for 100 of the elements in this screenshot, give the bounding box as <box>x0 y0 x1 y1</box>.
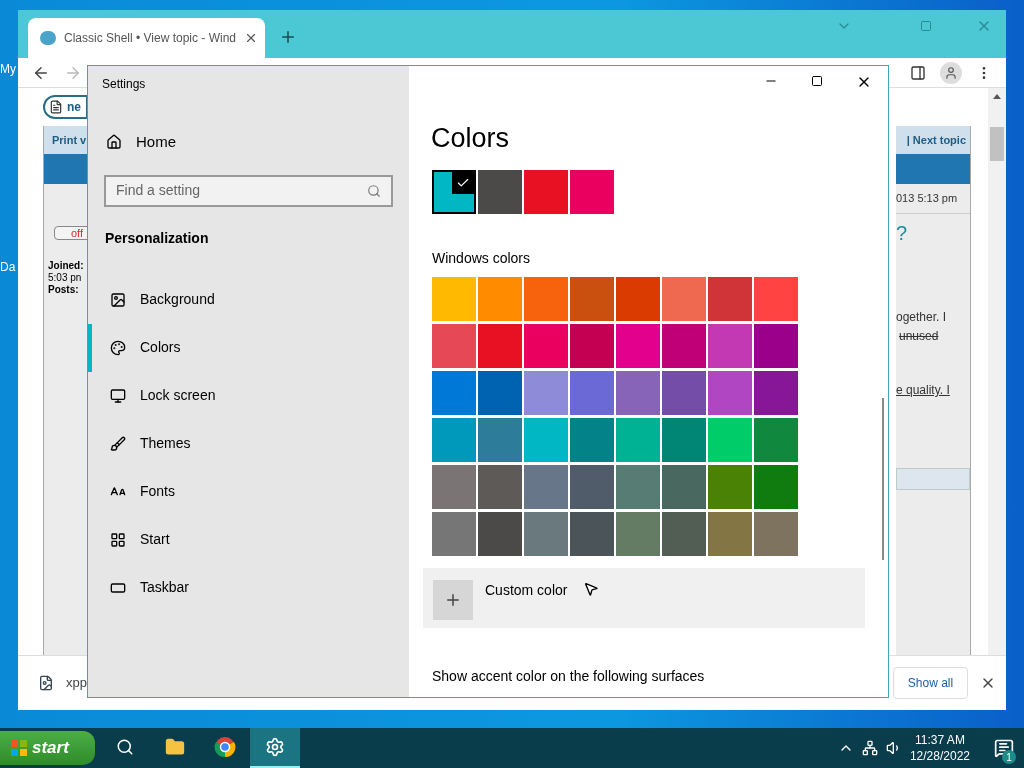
file-icon <box>38 675 54 691</box>
color-swatch[interactable] <box>524 512 568 556</box>
color-swatch[interactable] <box>662 465 706 509</box>
color-swatch[interactable] <box>708 465 752 509</box>
desktop-icon-label[interactable]: My <box>0 60 16 78</box>
maximize-icon[interactable] <box>811 75 823 87</box>
color-swatch[interactable] <box>524 277 568 321</box>
color-swatch[interactable] <box>708 512 752 556</box>
color-swatch[interactable] <box>432 465 476 509</box>
color-swatch[interactable] <box>570 170 614 214</box>
color-swatch[interactable] <box>708 418 752 462</box>
color-swatch[interactable] <box>708 277 752 321</box>
color-swatch[interactable] <box>432 324 476 368</box>
color-swatch[interactable] <box>570 465 614 509</box>
search-icon <box>367 183 381 198</box>
color-swatch[interactable] <box>478 170 522 214</box>
color-swatch[interactable] <box>524 324 568 368</box>
profile-text: Posts: <box>48 284 80 296</box>
scrollbar[interactable] <box>882 398 884 560</box>
nav-item[interactable]: Taskbar <box>88 563 409 612</box>
toolbar-strip: Print v <box>43 126 88 154</box>
window-title: Settings <box>102 76 147 93</box>
clock[interactable]: 11:37 AM 12/28/2022 <box>909 732 970 764</box>
home-item[interactable]: Home <box>106 131 409 154</box>
download-name[interactable]: xpp <box>66 673 87 693</box>
color-swatch[interactable] <box>478 512 522 556</box>
network-icon[interactable] <box>861 740 878 756</box>
new-tab-icon[interactable] <box>279 28 297 46</box>
color-swatch[interactable] <box>570 418 614 462</box>
brush-icon <box>110 435 126 452</box>
color-swatch[interactable] <box>478 277 522 321</box>
color-swatch[interactable] <box>616 512 660 556</box>
color-swatch[interactable] <box>478 465 522 509</box>
nav-item[interactable]: Background <box>88 275 409 324</box>
custom-color-button[interactable]: Custom color <box>423 568 865 628</box>
nav-item[interactable]: Lock screen <box>88 371 409 420</box>
scroll-up-icon[interactable] <box>993 94 1001 99</box>
plus-icon <box>433 580 473 620</box>
color-swatch[interactable] <box>662 512 706 556</box>
color-swatch[interactable] <box>616 465 660 509</box>
color-swatch[interactable] <box>524 465 568 509</box>
nav-item[interactable]: Fonts <box>88 467 409 516</box>
color-swatch[interactable] <box>616 371 660 415</box>
color-swatch[interactable] <box>754 512 798 556</box>
color-swatch[interactable] <box>478 324 522 368</box>
browser-tab[interactable]: Classic Shell • View topic - Wind <box>28 18 265 58</box>
shell-icon <box>40 31 56 45</box>
color-swatch[interactable] <box>570 371 614 415</box>
side-panel-icon[interactable] <box>910 64 926 81</box>
profile-text: Joined: <box>48 260 85 272</box>
search-field[interactable]: Find a setting <box>104 174 393 207</box>
desktop-icon-label[interactable]: Da <box>0 258 16 276</box>
color-swatch[interactable] <box>524 418 568 462</box>
color-swatch[interactable] <box>432 418 476 462</box>
color-swatch[interactable] <box>524 170 568 214</box>
grid-icon <box>110 531 126 548</box>
color-swatch[interactable] <box>754 418 798 462</box>
color-swatch[interactable] <box>662 324 706 368</box>
color-swatch[interactable] <box>754 324 798 368</box>
post-link[interactable]: e quality. I <box>896 381 970 400</box>
color-swatch[interactable] <box>616 277 660 321</box>
windows-logo-icon <box>10 739 28 757</box>
post-title: ? <box>896 221 909 246</box>
monitor-icon <box>110 387 126 404</box>
color-swatch[interactable] <box>524 371 568 415</box>
show-all-button[interactable]: Show all <box>893 667 968 699</box>
palette-icon <box>110 339 126 356</box>
color-swatch[interactable] <box>662 418 706 462</box>
color-swatch[interactable] <box>662 277 706 321</box>
color-swatch[interactable] <box>478 371 522 415</box>
section-heading: Personalization <box>105 228 210 248</box>
notification-badge: 1 <box>1002 750 1016 764</box>
surfaces-label: Show accent color on the following surfaces <box>432 667 706 686</box>
home-icon <box>106 134 122 151</box>
color-swatch[interactable] <box>708 324 752 368</box>
scrollbar[interactable] <box>988 88 1006 655</box>
color-swatch[interactable] <box>570 324 614 368</box>
color-swatch[interactable] <box>754 371 798 415</box>
color-swatch[interactable] <box>478 418 522 462</box>
color-swatch[interactable] <box>616 418 660 462</box>
color-swatch[interactable] <box>432 512 476 556</box>
color-swatch[interactable] <box>754 277 798 321</box>
settings-icon[interactable] <box>250 728 300 768</box>
color-swatch[interactable] <box>432 371 476 415</box>
profile-icon[interactable] <box>940 61 962 84</box>
color-swatch[interactable] <box>570 277 614 321</box>
color-swatch[interactable] <box>754 465 798 509</box>
color-swatch[interactable] <box>708 371 752 415</box>
color-swatch[interactable] <box>570 512 614 556</box>
post-text: unused <box>899 328 940 345</box>
windows-colors-label: Windows colors <box>432 249 532 268</box>
color-swatch[interactable] <box>616 324 660 368</box>
color-swatch[interactable] <box>432 170 476 214</box>
color-swatch[interactable] <box>432 277 476 321</box>
nav-item[interactable]: Themes <box>88 419 409 468</box>
tab-title: Classic Shell • View topic - Wind <box>64 30 237 47</box>
color-swatch[interactable] <box>662 371 706 415</box>
scroll-thumb[interactable] <box>990 127 1004 161</box>
nav-item[interactable]: Colors <box>88 323 409 372</box>
nav-item[interactable]: Start <box>88 515 409 564</box>
